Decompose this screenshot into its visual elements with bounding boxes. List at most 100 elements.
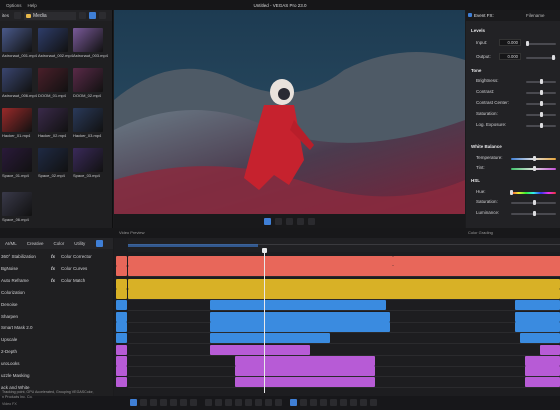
toolbar-button[interactable]: [300, 399, 307, 406]
input-slider-knob[interactable]: [526, 41, 529, 46]
tint-knob[interactable]: [533, 166, 536, 171]
back-icon[interactable]: [14, 12, 22, 19]
toolbar-button[interactable]: [225, 399, 232, 406]
output-field[interactable]: 0.000: [499, 53, 521, 60]
track-header[interactable]: [116, 377, 127, 387]
toolbar-button[interactable]: [235, 399, 242, 406]
toolbar-button[interactable]: [370, 399, 377, 406]
toolbar-button[interactable]: [140, 399, 147, 406]
timeline-clip[interactable]: [235, 356, 375, 366]
timeline-clip[interactable]: [210, 345, 310, 355]
fx-item[interactable]: Sharpen: [1, 314, 18, 319]
timeline-clip[interactable]: [210, 312, 390, 322]
timeline-clip[interactable]: [520, 333, 560, 343]
timeline-clip[interactable]: [235, 377, 375, 387]
toolbar-button[interactable]: [340, 399, 347, 406]
timeline-clip[interactable]: [515, 300, 560, 310]
folder-select[interactable]: Media: [24, 11, 77, 20]
timeline-clip[interactable]: [515, 312, 560, 322]
input-slider[interactable]: [526, 43, 556, 45]
timeline-clip[interactable]: [210, 322, 390, 332]
toolbar-button[interactable]: [245, 399, 252, 406]
fx-item[interactable]: Color Match: [61, 278, 85, 283]
media-thumbnail[interactable]: [2, 148, 32, 172]
fx-list-view-icon[interactable]: [96, 240, 104, 247]
fx-item[interactable]: Smart Mask 2.0: [1, 325, 33, 330]
play-icon[interactable]: [275, 217, 282, 225]
timeline-clip[interactable]: [525, 366, 560, 376]
hsl-saturation-knob[interactable]: [533, 200, 536, 205]
media-thumbnail[interactable]: [73, 148, 103, 172]
track-header[interactable]: [116, 312, 127, 322]
timeline-clip[interactable]: [128, 289, 560, 299]
tab-creative[interactable]: Creative: [22, 241, 49, 246]
toolbar-button[interactable]: [205, 399, 212, 406]
output-slider-knob[interactable]: [552, 55, 555, 60]
fx-item[interactable]: Denoise: [1, 302, 18, 307]
toolbar-button[interactable]: [360, 399, 367, 406]
track-header[interactable]: [116, 345, 127, 355]
fx-item[interactable]: Color Curves: [61, 266, 87, 271]
fx-item[interactable]: 2-Depth: [1, 349, 17, 354]
toolbar-button[interactable]: [150, 399, 157, 406]
toolbar-button[interactable]: [190, 399, 197, 406]
timeline-clip[interactable]: [235, 366, 375, 376]
fx-item[interactable]: 360° Stabilization: [1, 254, 36, 259]
fx-item[interactable]: uzzle Masking: [1, 373, 30, 378]
toolbar-button[interactable]: [255, 399, 262, 406]
video-preview-tab[interactable]: Video Preview: [119, 230, 145, 235]
play-from-start-icon[interactable]: [286, 217, 293, 225]
media-thumbnail[interactable]: [38, 68, 68, 92]
media-tab-label[interactable]: ites: [2, 13, 9, 18]
input-field[interactable]: 0.000: [499, 39, 521, 46]
media-thumbnail[interactable]: [2, 192, 32, 216]
timeline-clip[interactable]: [128, 279, 560, 289]
timeline-clip[interactable]: [525, 377, 560, 387]
track-header[interactable]: [116, 300, 127, 310]
timeline-clip[interactable]: [525, 356, 560, 366]
tab-color[interactable]: Color: [49, 241, 70, 246]
timeline-clip[interactable]: [515, 322, 560, 332]
search-icon[interactable]: [99, 12, 107, 19]
media-thumbnail[interactable]: [73, 68, 103, 92]
track-header[interactable]: [116, 256, 127, 266]
fx-item[interactable]: uroLooks: [1, 361, 20, 366]
fx-toggle-icon[interactable]: [468, 13, 472, 17]
media-thumbnail[interactable]: [73, 108, 103, 132]
view-icon[interactable]: [79, 12, 87, 19]
tab-ai-ml[interactable]: AI/ML: [0, 241, 22, 246]
log-exposure-knob[interactable]: [540, 123, 543, 128]
toolbar-button[interactable]: [350, 399, 357, 406]
media-thumbnail[interactable]: [38, 148, 68, 172]
toolbar-button[interactable]: [320, 399, 327, 406]
track-header[interactable]: [116, 289, 127, 299]
media-thumbnail[interactable]: [2, 108, 32, 132]
toolbar-button[interactable]: [330, 399, 337, 406]
track-header[interactable]: [116, 366, 127, 376]
track-header[interactable]: [116, 356, 127, 366]
loop-region[interactable]: [128, 244, 258, 247]
media-thumbnail[interactable]: [2, 28, 32, 52]
hue-knob[interactable]: [510, 190, 513, 195]
toolbar-button[interactable]: [215, 399, 222, 406]
media-thumbnail[interactable]: [38, 28, 68, 52]
toolbar-button[interactable]: [265, 399, 272, 406]
track-header[interactable]: [116, 266, 127, 276]
playhead-handle[interactable]: [262, 248, 267, 253]
track-header[interactable]: [116, 279, 127, 289]
fx-item[interactable]: Colorization: [1, 290, 25, 295]
pause-icon[interactable]: [297, 217, 304, 225]
fx-tab-title[interactable]: Event FX:: [474, 13, 494, 18]
toolbar-button[interactable]: [130, 399, 137, 406]
luminance-knob[interactable]: [533, 211, 536, 216]
stop-icon[interactable]: [308, 217, 315, 225]
grid-view-icon[interactable]: [89, 12, 97, 19]
timeline-clip[interactable]: [128, 256, 393, 266]
fx-item[interactable]: Upscale: [1, 337, 17, 342]
toolbar-button[interactable]: [160, 399, 167, 406]
timeline-clip[interactable]: [540, 345, 560, 355]
fx-item[interactable]: BgNoise: [1, 266, 18, 271]
track-header[interactable]: [116, 333, 127, 343]
timeline-clip[interactable]: [393, 256, 560, 266]
saturation-knob[interactable]: [540, 112, 543, 117]
